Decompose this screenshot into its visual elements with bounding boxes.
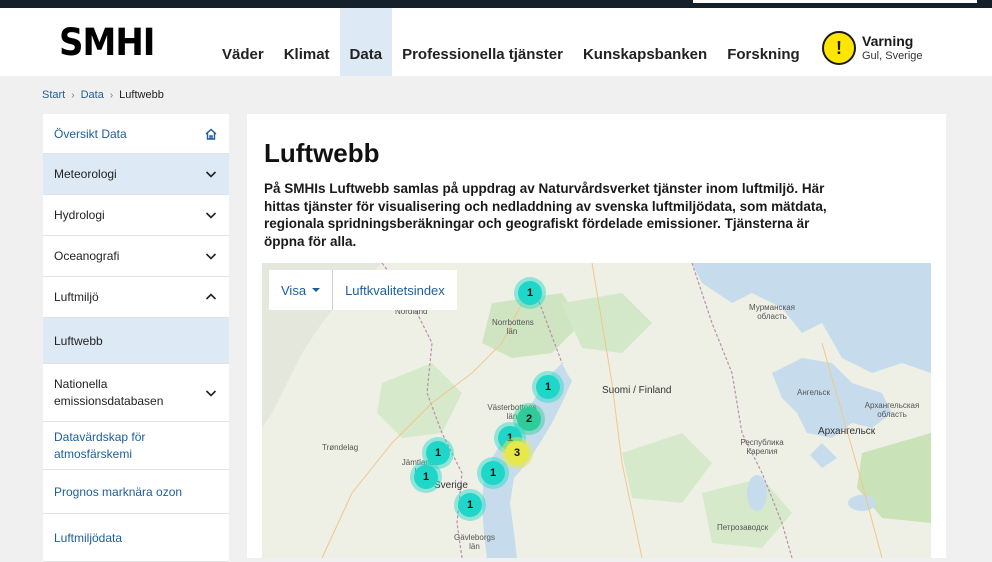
exclamation-icon: ! — [822, 31, 856, 65]
nav-professionella-tjanster[interactable]: Professionella tjänster — [392, 8, 573, 76]
nav-klimat[interactable]: Klimat — [274, 8, 340, 76]
sidebar-item-datavardskap[interactable]: Datavärdskap för atmosfärskemi — [43, 422, 229, 470]
sidebar-item-hydrologi[interactable]: Hydrologi — [43, 195, 229, 236]
nav-data[interactable]: Data — [339, 8, 393, 76]
map-label-arkhangelsk: Архангельск — [818, 426, 876, 437]
caret-down-icon — [312, 288, 321, 292]
sidebar-item-luftwebb[interactable]: Luftwebb — [43, 318, 229, 364]
map-cluster[interactable]: 1 — [536, 375, 560, 399]
sidebar-item-meteorologi[interactable]: Meteorologi — [43, 154, 229, 195]
map-cluster[interactable]: 1 — [458, 493, 482, 517]
breadcrumb-data[interactable]: Data — [81, 89, 104, 101]
nav-forskning[interactable]: Forskning — [717, 8, 810, 76]
chevron-down-icon — [205, 212, 217, 219]
search-field-edge[interactable] — [693, 0, 977, 3]
sidebar-nav: Översikt Data Meteorologi Hydrologi Ocea… — [43, 114, 229, 562]
sidebar-item-label: Meteorologi — [54, 167, 117, 181]
map-cluster[interactable]: 1 — [414, 465, 438, 489]
map-label-murmansk: Мурманская область — [749, 303, 795, 321]
warning-subtitle: Gul, Sverige — [862, 50, 923, 62]
warning-widget[interactable]: ! Varning Gul, Sverige — [822, 31, 923, 65]
main-nav: Väder Klimat Data Professionella tjänste… — [212, 8, 810, 76]
home-icon — [205, 128, 217, 140]
breadcrumb-start[interactable]: Start — [42, 89, 65, 101]
site-header: SMHI Väder Klimat Data Professionella tj… — [0, 8, 992, 76]
map-cluster[interactable]: 1 — [426, 441, 450, 465]
map-controls: Visa Luftkvalitetsindex — [269, 270, 457, 310]
chevron-down-icon — [205, 253, 217, 260]
map-label-finland: Suomi / Finland — [602, 385, 672, 396]
sidebar-item-label: Prognos marknära ozon — [54, 484, 183, 499]
map-label-arkh-oblast: Архангельская область — [864, 401, 920, 419]
sidebar-item-label: Hydrologi — [54, 208, 105, 222]
visa-label: Visa — [281, 282, 307, 298]
map-label-angelsk: Ангельск — [797, 388, 831, 397]
nav-kunskapsbanken[interactable]: Kunskapsbanken — [573, 8, 717, 76]
nav-vader[interactable]: Väder — [212, 8, 274, 76]
sidebar-item-luftmiljo[interactable]: Luftmiljö — [43, 277, 229, 318]
visa-dropdown[interactable]: Visa — [269, 270, 332, 310]
map-label-sverige: Sverige — [434, 480, 468, 491]
sidebar-item-label: Luftwebb — [54, 333, 103, 348]
map-label-norrbotten: Norrbottens län — [492, 318, 534, 336]
breadcrumb: Start › Data › Luftwebb — [42, 89, 164, 101]
map-label-trondelag: Trøndelag — [322, 443, 359, 452]
chevron-down-icon — [205, 171, 217, 178]
sidebar-item-prognos-ozon[interactable]: Prognos marknära ozon — [43, 470, 229, 514]
chevron-down-icon — [205, 389, 217, 397]
main-content: Luftwebb På SMHIs Luftwebb samlas på upp… — [247, 114, 946, 558]
sidebar-item-label: Oceanografi — [54, 249, 120, 263]
sidebar-item-luftmiljodata[interactable]: Luftmiljödata — [43, 514, 229, 562]
breadcrumb-current: Luftwebb — [119, 89, 164, 101]
map-label-gavleborg: Gävleborgs län — [454, 533, 495, 551]
map-label-karelia: Республика Карелия — [740, 438, 784, 456]
sidebar-item-oversikt-data[interactable]: Översikt Data — [43, 114, 229, 154]
sidebar-item-label: Nationella emissionsdatabasen — [54, 376, 164, 408]
map-cluster[interactable]: 1 — [481, 461, 505, 485]
map-cluster[interactable]: 2 — [517, 407, 541, 431]
map-label-petrozavodsk: Петрозаводск — [717, 523, 769, 532]
chevron-right-icon: › — [109, 89, 114, 101]
sidebar-item-label: Luftmiljödata — [54, 530, 123, 545]
chevron-up-icon — [205, 293, 217, 300]
sidebar-item-label: Översikt Data — [54, 126, 127, 141]
map-cluster[interactable]: 1 — [518, 281, 542, 305]
warning-title: Varning — [862, 33, 914, 49]
chevron-right-icon: › — [71, 89, 75, 101]
top-utility-bar — [0, 0, 992, 8]
sidebar-item-label: Datavärdskap för atmosfärskemi — [54, 429, 146, 461]
luftwebb-map[interactable]: Suomi / Finland Norrbottens län Västerbo… — [262, 263, 931, 558]
intro-text: På SMHIs Luftwebb samlas på uppdrag av N… — [264, 181, 827, 249]
page-title: Luftwebb — [264, 138, 380, 168]
sidebar-item-label: Luftmiljö — [54, 290, 99, 304]
sidebar-item-nationella-emissionsdatabasen[interactable]: Nationella emissionsdatabasen — [43, 364, 229, 422]
layer-luftkvalitetsindex[interactable]: Luftkvalitetsindex — [332, 270, 457, 310]
smhi-logo[interactable]: SMHI — [59, 21, 155, 65]
map-cluster[interactable]: 3 — [505, 441, 529, 465]
sidebar-item-oceanografi[interactable]: Oceanografi — [43, 236, 229, 277]
